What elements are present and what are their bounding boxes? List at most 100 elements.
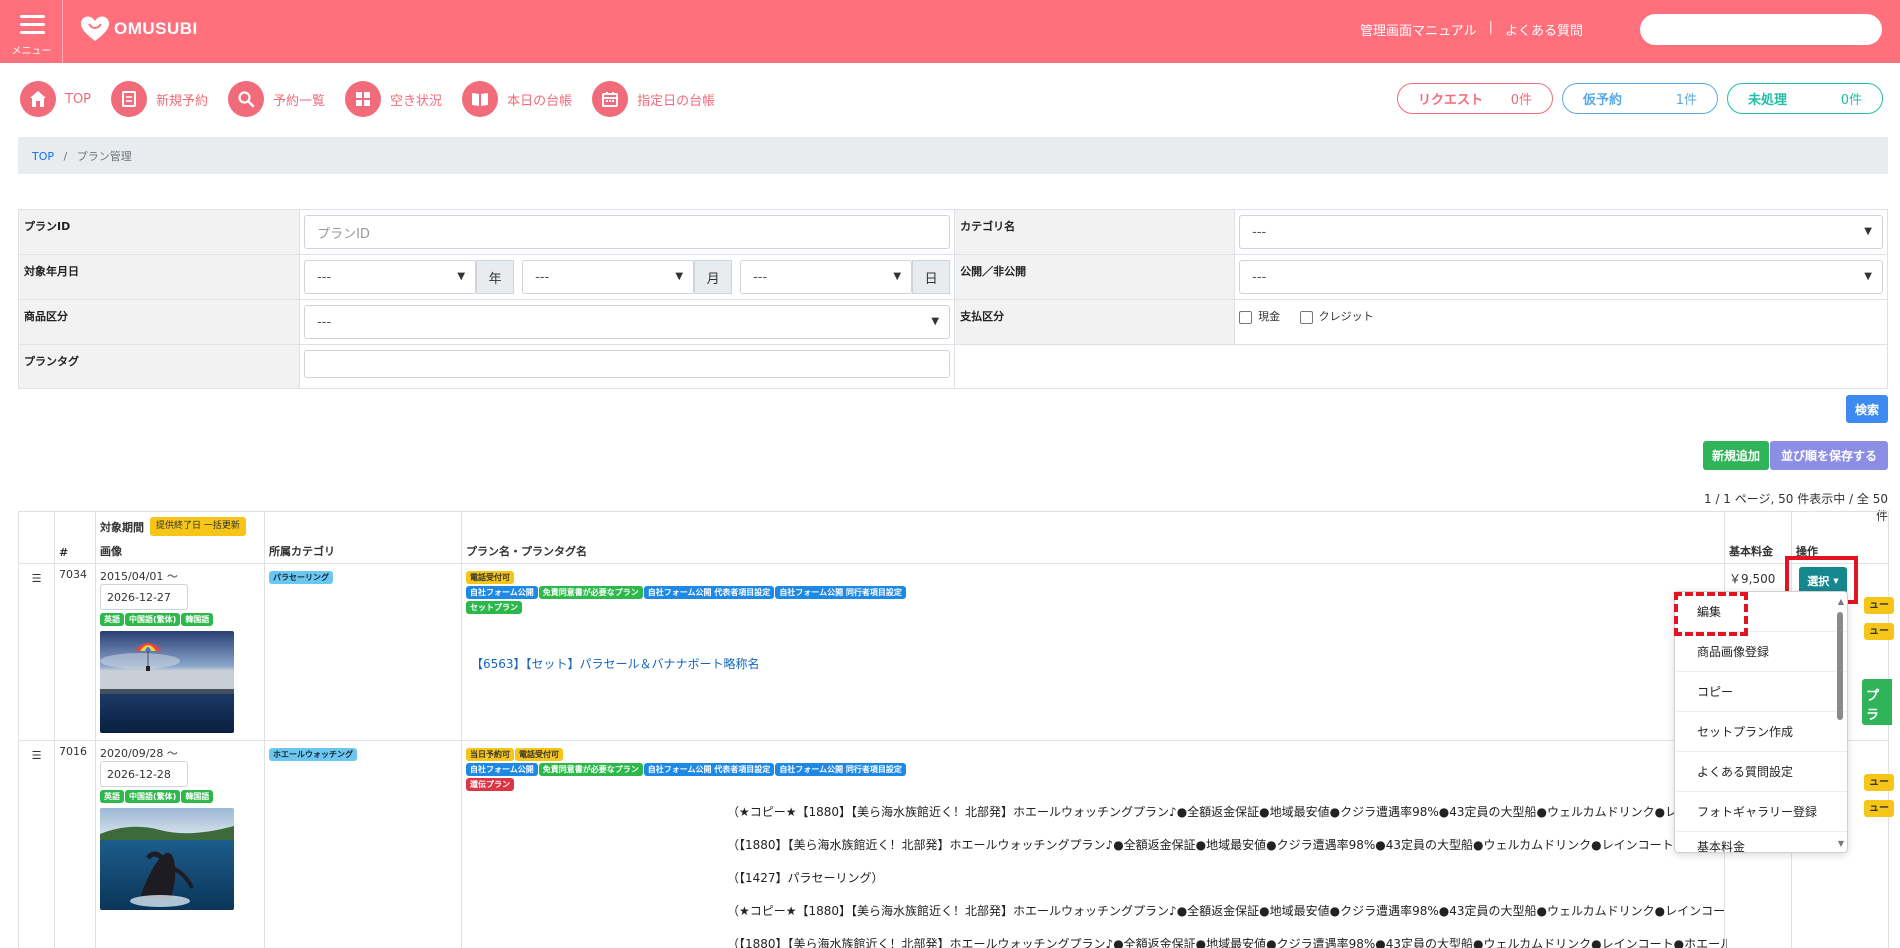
plan-photo-whale [100, 808, 234, 910]
menu-item-photo[interactable]: フォトギャラリー登録 [1675, 792, 1847, 832]
header-search-input[interactable] [1640, 14, 1882, 45]
add-new-button[interactable]: 新規追加 [1703, 441, 1769, 470]
lang-tag: 英語 [100, 790, 124, 803]
plan-tag: セットプラン [466, 601, 522, 614]
plan-photo-parasail [100, 631, 234, 733]
breadcrumb-separator: / [63, 150, 68, 163]
menu-label: メニュー [11, 46, 52, 57]
category-tag: ホエールウォッチング [269, 748, 357, 761]
month-select[interactable]: --- ▼ [522, 260, 695, 294]
plan-tag: 自社フォーム公開 同行者項目設定 [775, 586, 906, 599]
plan-tag-label: プランタグ [17, 344, 301, 389]
breadcrumb-home[interactable]: TOP [32, 150, 54, 163]
cash-label: 現金 [1258, 310, 1281, 323]
plan-tag: 当日予約可 [466, 748, 514, 761]
set-plan-button-partial[interactable]: プラ [1862, 679, 1892, 725]
select-value: --- [317, 314, 332, 330]
dropdown-scrollbar[interactable] [1837, 612, 1843, 720]
month-unit: 月 [694, 260, 733, 294]
plan-id-input[interactable]: プランID [304, 215, 951, 249]
scroll-down-icon[interactable]: ▼ [1838, 839, 1844, 848]
save-order-button[interactable]: 並び順を保存する [1770, 441, 1888, 470]
year-unit: 年 [476, 260, 515, 294]
drag-header [18, 511, 55, 564]
select-value: --- [1252, 269, 1267, 285]
unprocessed-counter[interactable]: 未処理 0件 [1727, 83, 1883, 114]
select-value: --- [317, 269, 332, 285]
nav-label: 空き状況 [390, 93, 443, 109]
menu-item-image[interactable]: 商品画像登録 [1675, 632, 1847, 672]
book-icon [462, 81, 499, 117]
counter-count: 1件 [1675, 93, 1697, 108]
search-button[interactable]: 検索 [1846, 395, 1888, 423]
lang-tag: 中国語(繁体) [125, 613, 181, 626]
menu-item-faq[interactable]: よくある質問設定 [1675, 752, 1847, 792]
bulk-update-button[interactable]: 提供終了日 一括更新 [150, 517, 246, 536]
menu-item-set-plan[interactable]: セットプラン作成 [1675, 712, 1847, 752]
publish-select[interactable]: --- ▼ [1239, 260, 1883, 294]
chevron-down-icon: ▼ [1864, 271, 1872, 282]
main-nav: TOP 新規予約 予約一覧 空き状況 本日の台帳 指定日の台帳 [20, 81, 735, 117]
nav-label: 新規予約 [156, 93, 209, 109]
menu-button-partial[interactable]: ュー [1864, 597, 1894, 614]
plan-table: # 対象期間 提供終了日 一括更新 画像 所属カテゴリ プラン名・プランタグ名 … [18, 511, 1894, 948]
nav-date-ledger[interactable]: 指定日の台帳 [592, 81, 715, 117]
lang-tag: 英語 [100, 613, 124, 626]
plan-link[interactable]: 【6563】【セット】パラセール＆バナナボート略称名 [471, 655, 1720, 672]
drag-handle-icon[interactable]: ☰ [18, 740, 55, 948]
menu-item-copy[interactable]: コピー [1675, 672, 1847, 712]
menu-button-partial[interactable]: ュー [1864, 800, 1894, 817]
category-select[interactable]: --- ▼ [1239, 215, 1883, 249]
chevron-down-icon: ▼ [1864, 226, 1872, 237]
plan-tag: 電話受付可 [466, 571, 514, 584]
nav-top[interactable]: TOP [20, 81, 91, 117]
payment-type-label: 支払区分 [954, 299, 1236, 345]
menu-button-partial[interactable]: ュー [1864, 774, 1894, 791]
row-id: 7016 [54, 740, 96, 948]
scroll-up-icon[interactable]: ▲ [1838, 597, 1844, 606]
row-id: 7034 [54, 563, 96, 741]
product-type-select[interactable]: --- ▼ [304, 305, 951, 339]
counter-label: 未処理 [1748, 93, 1788, 108]
end-date-input[interactable]: 2026-12-28 [100, 761, 188, 787]
nav-reservation-list[interactable]: 予約一覧 [228, 81, 325, 117]
menu-item-base-price[interactable]: 基本料金 [1675, 832, 1847, 852]
lang-tag: 韓国語 [181, 790, 214, 803]
nav-label: 本日の台帳 [507, 93, 573, 109]
nav-new-reservation[interactable]: 新規予約 [111, 81, 208, 117]
plan-tag: 電話受付可 [515, 748, 563, 761]
table-row: ☰ 7034 2015/04/01 〜2026-12-27 英語 中国語(繁体) 韓… [18, 563, 1894, 741]
counter-label: リクエスト [1418, 93, 1484, 108]
tentative-counter[interactable]: 仮予約 1件 [1562, 83, 1718, 114]
chevron-down-icon: ▼ [675, 271, 684, 282]
image-label: 画像 [100, 545, 122, 558]
drag-handle-icon[interactable]: ☰ [18, 563, 55, 741]
cash-checkbox[interactable] [1239, 310, 1253, 324]
plan-tag: 自社フォーム公開 同行者項目設定 [775, 763, 906, 776]
breadcrumb-current: プラン管理 [76, 150, 132, 163]
day-select[interactable]: --- ▼ [740, 260, 913, 294]
end-date-input[interactable]: 2026-12-27 [100, 584, 188, 610]
faq-link[interactable]: よくある質問 [1505, 20, 1583, 39]
manual-link[interactable]: 管理画面マニュアル [1360, 20, 1477, 39]
period-label: 対象期間 [100, 520, 144, 534]
request-counter[interactable]: リクエスト 0件 [1397, 83, 1553, 114]
chevron-down-icon: ▼ [931, 316, 940, 327]
plan-line: （【1880】【美ら海水族館近く！北部発】ホエールウォッチングプラン♪●全額返金… [727, 838, 1727, 852]
plan-tag-input[interactable] [304, 350, 951, 378]
nav-availability[interactable]: 空き状況 [345, 81, 442, 117]
category-tag: パラセーリング [269, 571, 333, 584]
day-unit: 日 [912, 260, 951, 294]
credit-checkbox[interactable] [1299, 310, 1313, 324]
note-icon [111, 81, 148, 117]
year-select[interactable]: --- ▼ [304, 260, 477, 294]
category-header: 所属カテゴリ [264, 511, 462, 564]
logo[interactable]: OMUSUBI [80, 14, 198, 44]
period-start: 2020/09/28 〜 [100, 747, 178, 760]
lang-tag: 韓国語 [181, 613, 214, 626]
select-value: --- [1252, 224, 1267, 240]
nav-today-ledger[interactable]: 本日の台帳 [462, 81, 572, 117]
menu-button-partial[interactable]: ュー [1864, 623, 1894, 640]
hamburger-icon [20, 23, 45, 26]
menu-button[interactable]: メニュー [0, 0, 63, 63]
